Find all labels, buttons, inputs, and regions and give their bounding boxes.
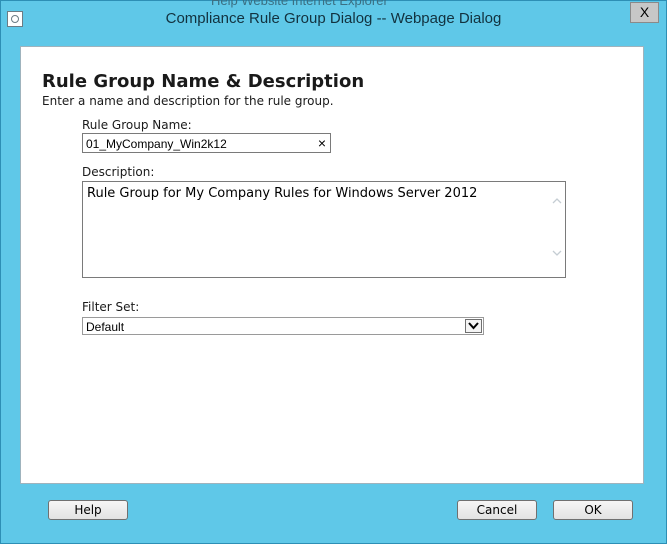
page-subtitle: Enter a name and description for the rul… [42,94,334,108]
dropdown-button[interactable] [465,319,482,333]
chevron-down-icon [468,322,479,330]
rule-group-name-value: 01_MyCompany_Win2k12 [86,137,227,151]
clear-icon[interactable]: × [318,134,326,152]
title-bar[interactable]: Help Website Internet Explorer Complianc… [1,0,666,39]
page-title: Rule Group Name & Description [42,71,365,92]
dialog-content: Rule Group Name & Description Enter a na… [20,46,644,484]
dialog-window: Help Website Internet Explorer Complianc… [0,0,667,544]
filter-set-select[interactable]: Default [82,317,484,335]
filter-set-label: Filter Set: [82,300,140,314]
description-value: Rule Group for My Company Rules for Wind… [87,186,478,201]
description-label: Description: [82,165,155,179]
chevron-up-icon[interactable] [552,196,562,206]
close-button[interactable]: X [630,2,659,23]
rule-group-name-input[interactable]: 01_MyCompany_Win2k12 × [82,133,331,153]
close-icon: X [639,4,650,20]
background-window-menu: Help Website Internet Explorer [211,0,388,8]
description-textarea[interactable]: Rule Group for My Company Rules for Wind… [82,181,566,278]
cancel-button[interactable]: Cancel [457,500,537,520]
filter-set-value: Default [86,320,125,334]
description-scrollbar[interactable] [548,182,565,277]
window-title: Compliance Rule Group Dialog -- Webpage … [165,10,502,27]
chevron-down-icon[interactable] [552,248,562,258]
help-button[interactable]: Help [48,500,128,520]
rule-group-name-label: Rule Group Name: [82,118,192,132]
ok-button[interactable]: OK [553,500,633,520]
